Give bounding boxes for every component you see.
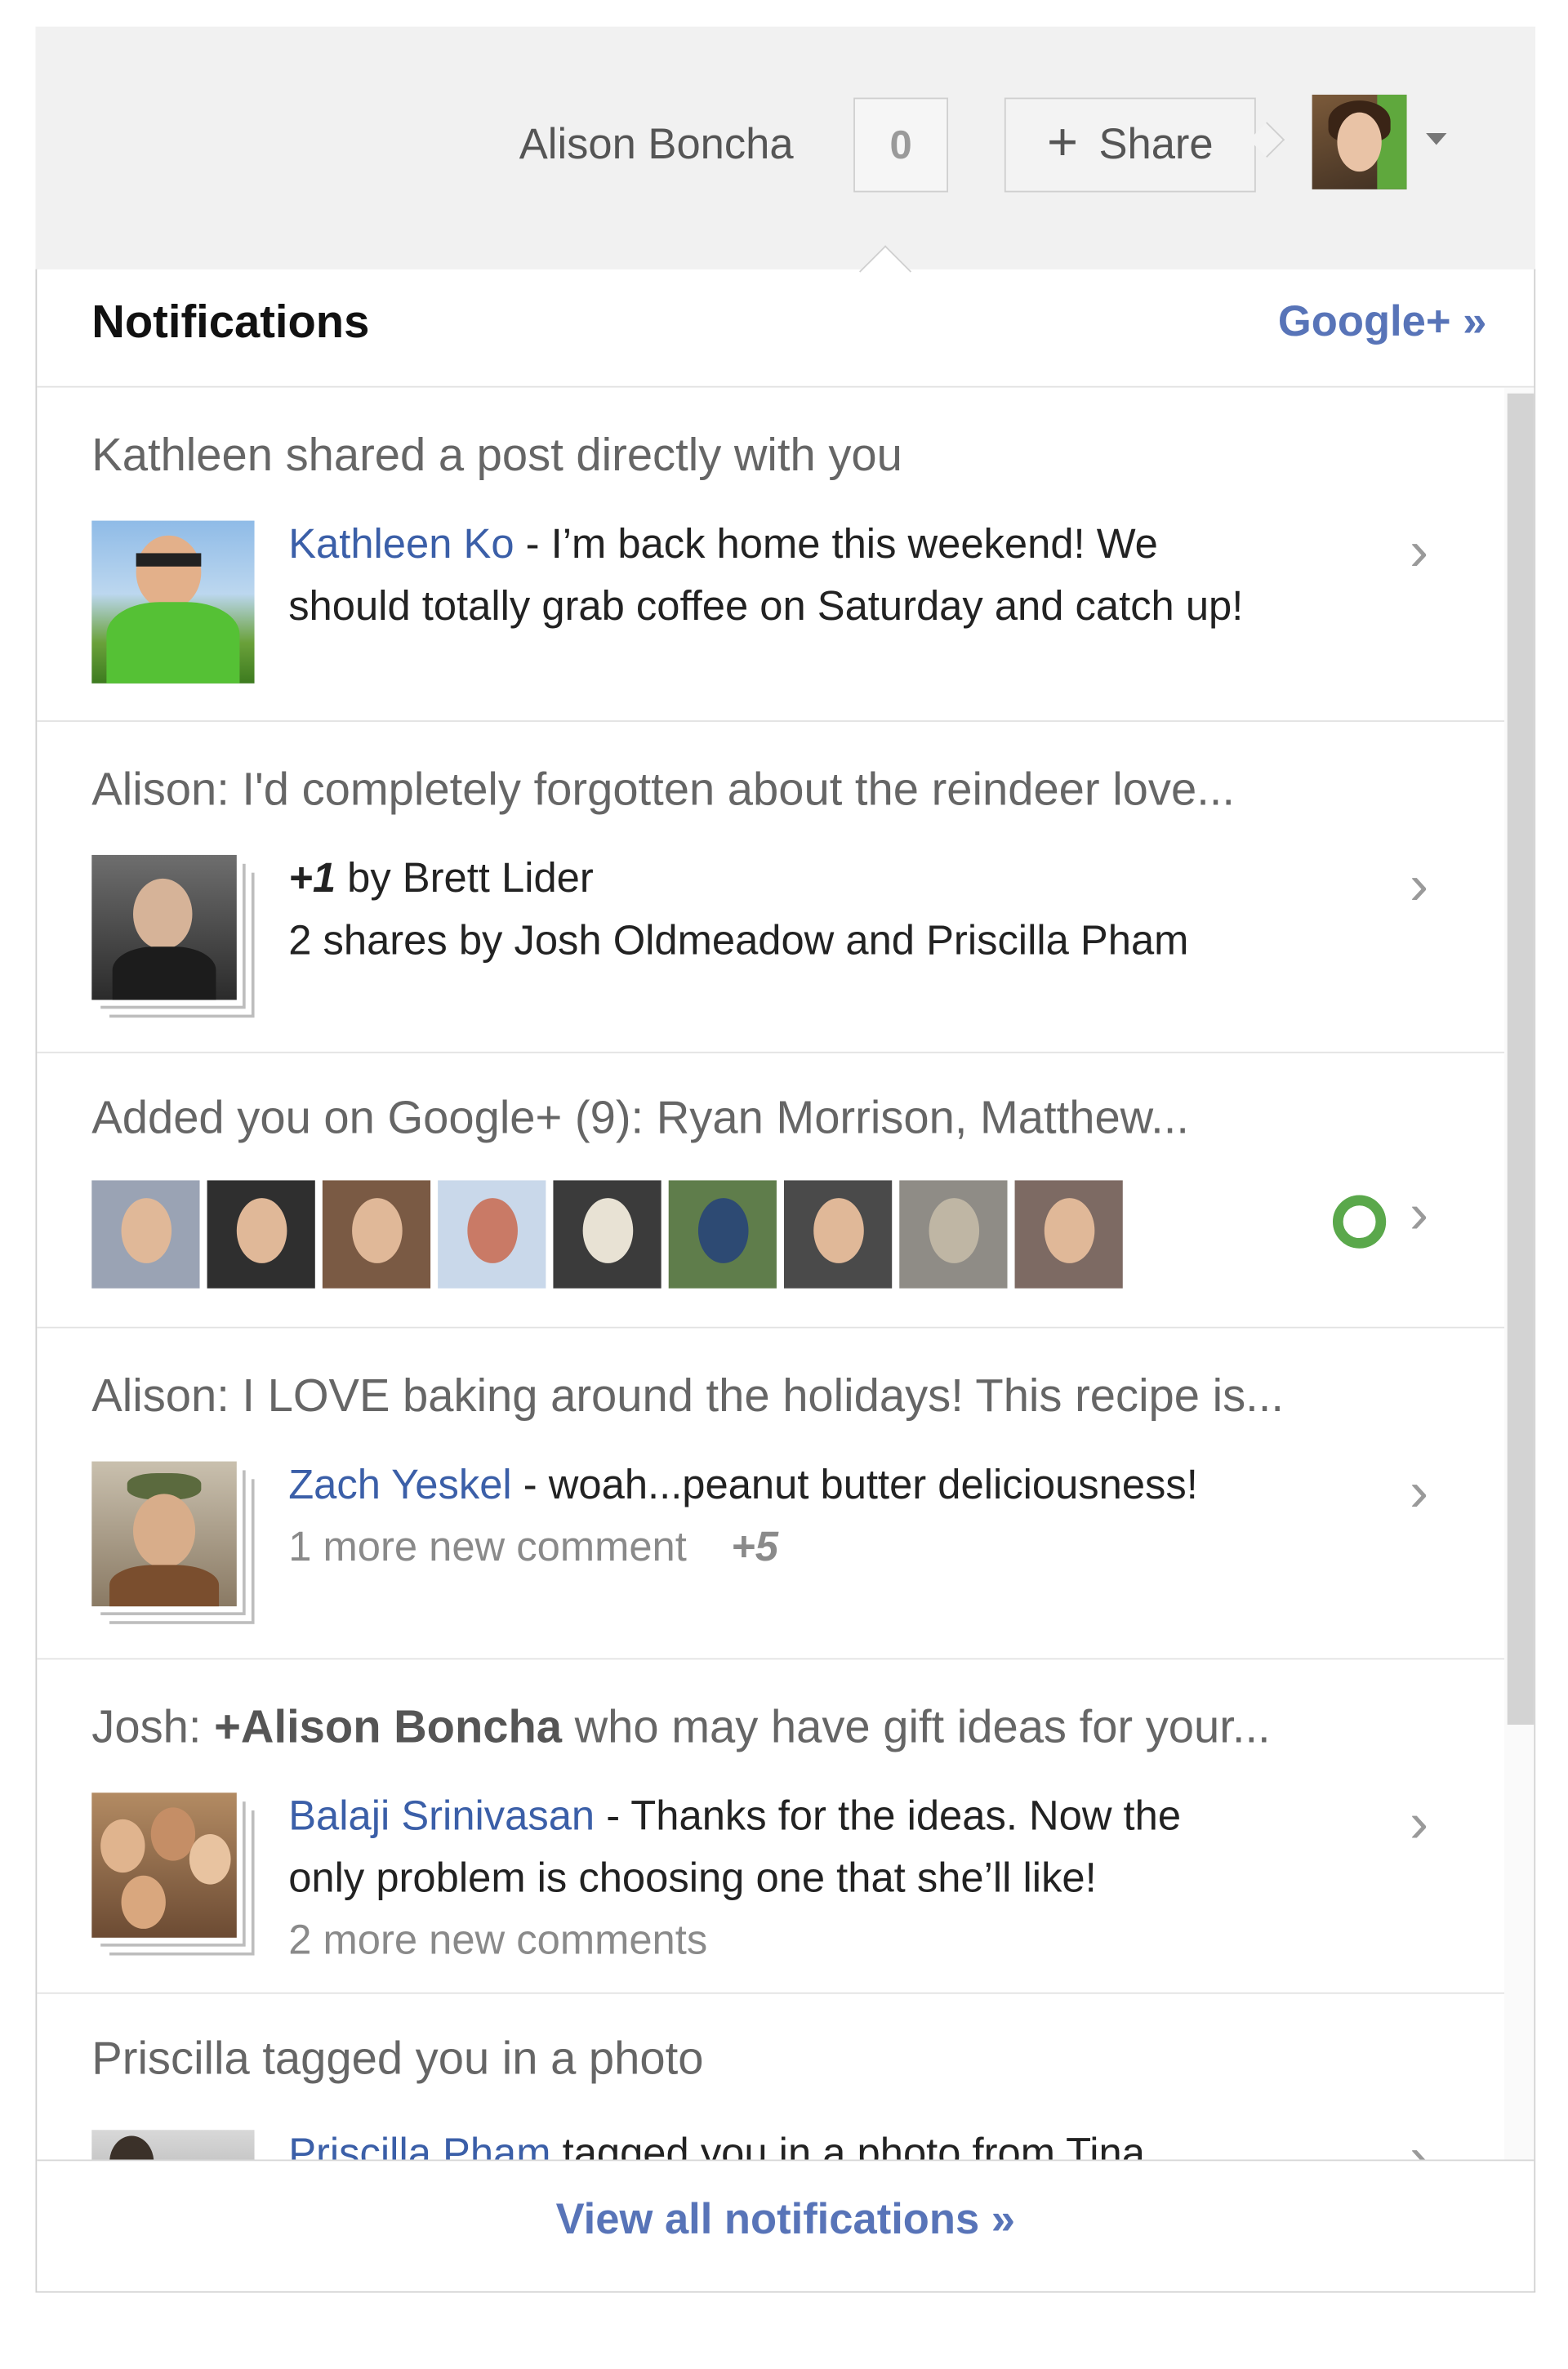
plus-one-badge: +1: [288, 854, 336, 902]
chevron-down-icon[interactable]: [1426, 133, 1447, 145]
avatar[interactable]: [91, 1180, 200, 1289]
kathleen-thumbnail[interactable]: [91, 520, 255, 684]
avatar[interactable]: [438, 1180, 546, 1289]
notification-line: Balaji Srinivasan - Thanks for the ideas…: [288, 1792, 1182, 1839]
top-bar: Alison Boncha 0 + Share: [35, 26, 1536, 271]
notification-line: +1 by Brett Lider: [288, 854, 594, 902]
scrollbar[interactable]: [1504, 387, 1535, 2160]
panel-title: Notifications: [91, 296, 370, 348]
author-link[interactable]: Zach Yeskel: [288, 1462, 512, 1507]
user-name[interactable]: Alison Boncha: [519, 122, 794, 171]
notification-list[interactable]: Kathleen shared a post directly with you…: [37, 388, 1505, 2160]
notification-item[interactable]: Alison: I'd completely forgotten about t…: [37, 722, 1505, 1053]
notification-line: 2 shares by Josh Oldmeadow and Priscilla…: [288, 917, 1189, 964]
share-button[interactable]: + Share: [1004, 97, 1256, 193]
chevron-right-icon[interactable]: ›: [1410, 521, 1428, 585]
notification-count: 0: [889, 122, 912, 167]
notification-title: Alison: I LOVE baking around the holiday…: [91, 1369, 1284, 1422]
photo-thumbnail[interactable]: [91, 2130, 255, 2160]
chevron-right-icon[interactable]: ›: [1410, 1462, 1428, 1525]
added-avatars: [91, 1180, 1123, 1289]
author-link[interactable]: Priscilla Pham: [288, 2130, 550, 2159]
notification-line: Priscilla Pham tagged you in a photo fro…: [288, 2130, 1145, 2159]
panel-header: Notifications Google+ »: [37, 269, 1535, 388]
avatar[interactable]: [207, 1180, 315, 1289]
scrollbar-thumb[interactable]: [1507, 393, 1535, 1725]
notification-title: Alison: I'd completely forgotten about t…: [91, 763, 1236, 816]
chevron-right-icon[interactable]: ›: [1410, 1183, 1428, 1247]
plus-count: +5: [731, 1523, 779, 1570]
avatar[interactable]: [322, 1180, 431, 1289]
profile-avatar[interactable]: [1312, 94, 1407, 189]
avatar[interactable]: [553, 1180, 662, 1289]
notification-item[interactable]: Josh: +Alison Boncha who may have gift i…: [37, 1659, 1505, 1994]
more-comments[interactable]: 1 more new comment: [288, 1524, 687, 1570]
chevron-right-icon[interactable]: ›: [1410, 2127, 1428, 2160]
notification-line: Kathleen Ko - I’m back home this weekend…: [288, 520, 1158, 567]
author-link[interactable]: Balaji Srinivasan: [288, 1792, 595, 1838]
avatar[interactable]: [1014, 1180, 1123, 1289]
panel-footer: View all notifications »: [37, 2159, 1535, 2291]
share-label: Share: [1098, 120, 1214, 168]
notification-line: only problem is choosing one that she’ll…: [288, 1855, 1097, 1901]
add-to-circle-icon[interactable]: [1332, 1195, 1387, 1249]
avatar[interactable]: [783, 1180, 893, 1289]
avatar[interactable]: [668, 1180, 777, 1289]
author-link[interactable]: Kathleen Ko: [288, 521, 514, 567]
plus-icon: +: [1047, 110, 1079, 172]
notification-item[interactable]: Alison: I LOVE baking around the holiday…: [37, 1329, 1505, 1660]
chevron-right-icon[interactable]: ›: [1410, 855, 1428, 919]
post-thumbnail[interactable]: [91, 854, 237, 1000]
chevron-right-icon[interactable]: ›: [1410, 1792, 1428, 1856]
notification-title: Kathleen shared a post directly with you: [91, 429, 902, 481]
notification-line: 1 more new comment +5: [288, 1524, 778, 1571]
notification-item[interactable]: Kathleen shared a post directly with you…: [37, 388, 1505, 722]
view-all-notifications-link[interactable]: View all notifications »: [37, 2197, 1534, 2246]
notification-item[interactable]: Priscilla tagged you in a photo Priscill…: [37, 1994, 1504, 2160]
notification-title: Added you on Google+ (9): Ryan Morrison,…: [91, 1091, 1189, 1144]
notification-title: Priscilla tagged you in a photo: [91, 2032, 704, 2085]
avatar[interactable]: [899, 1180, 1008, 1289]
notification-line: Zach Yeskel - woah...peanut butter delic…: [288, 1461, 1198, 1507]
notification-title: Josh: +Alison Boncha who may have gift i…: [91, 1700, 1271, 1753]
notifications-panel: Notifications Google+ » Kathleen shared …: [35, 269, 1536, 2293]
notification-item[interactable]: Added you on Google+ (9): Ryan Morrison,…: [37, 1053, 1505, 1329]
notification-count-button[interactable]: 0: [853, 97, 949, 193]
notification-line: should totally grab coffee on Saturday a…: [288, 582, 1244, 629]
google-plus-link[interactable]: Google+ »: [1278, 299, 1486, 348]
post-thumbnail[interactable]: [91, 1461, 237, 1607]
more-comments[interactable]: 2 more new comments: [288, 1917, 707, 1964]
post-thumbnail[interactable]: [91, 1792, 237, 1938]
mention: +Alison Boncha: [214, 1700, 563, 1753]
screen: Alison Boncha 0 + Share Notifications Go…: [0, 0, 1568, 2337]
